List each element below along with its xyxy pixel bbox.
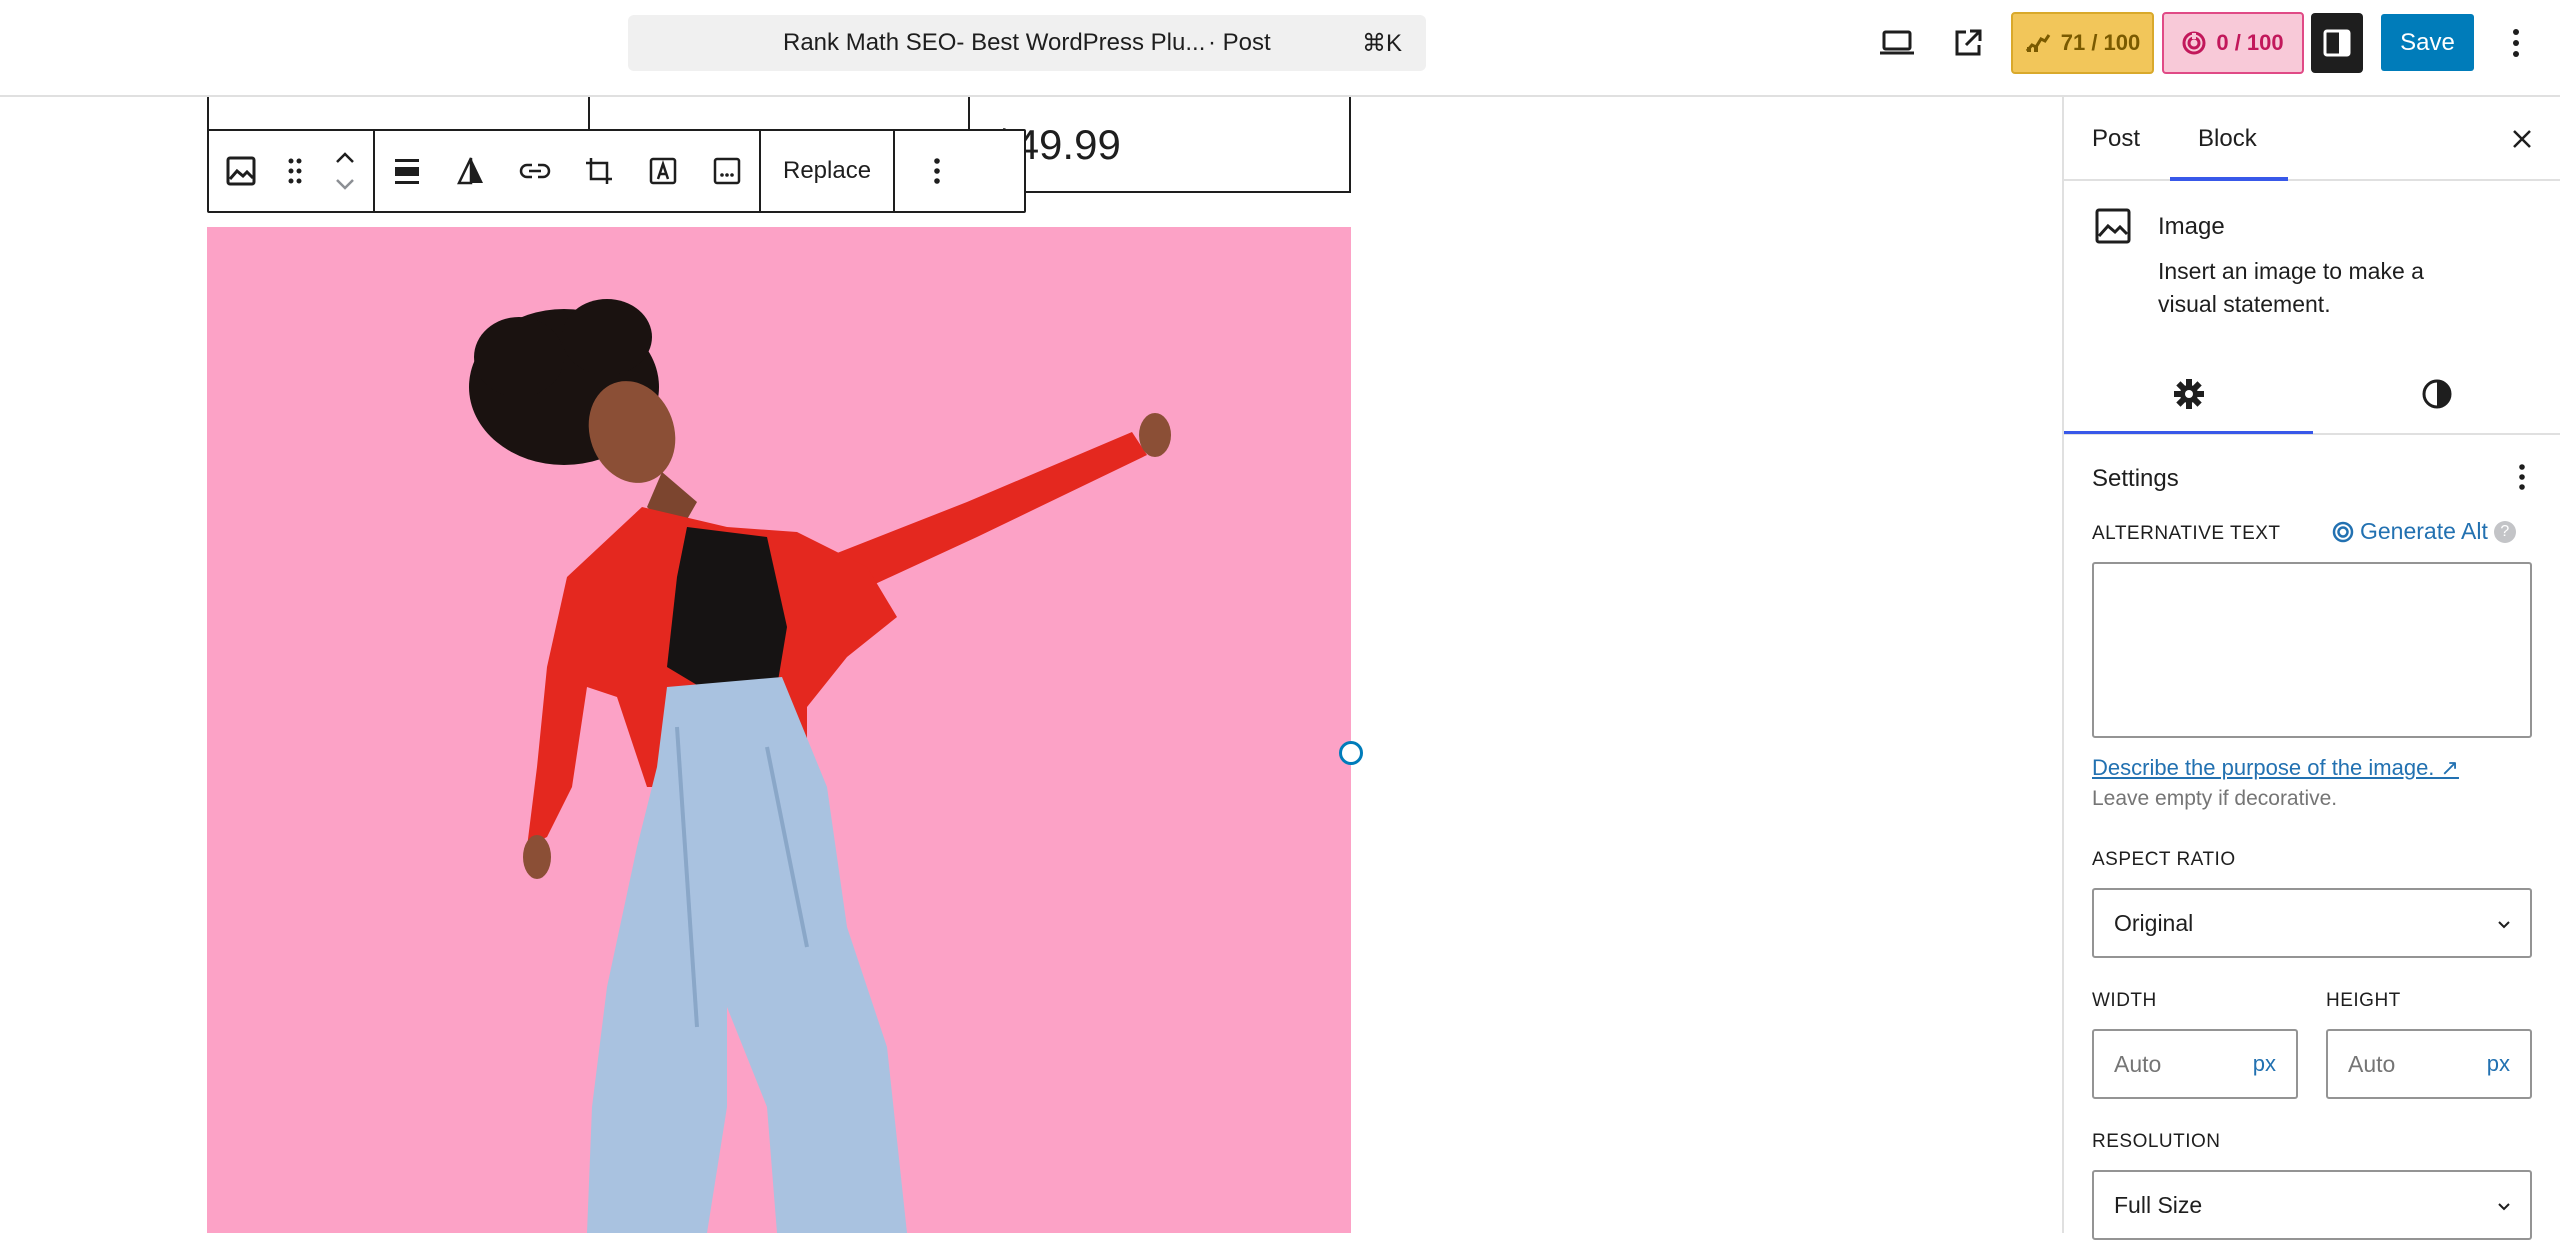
rank-math-icon [2025,34,2050,52]
height-placeholder: Auto [2348,1050,2396,1077]
replace-button[interactable]: Replace [761,131,893,211]
text-overlay-icon[interactable] [631,131,695,211]
chevron-down-icon [2498,1203,2510,1211]
seo-score-button[interactable]: 71 / 100 [2011,12,2154,74]
document-type: · Post [1208,29,1271,56]
chevron-down-icon [2498,921,2510,929]
image-block[interactable] [207,227,1351,1233]
image-block-type-icon[interactable] [209,131,273,211]
crop-icon[interactable] [567,131,631,211]
move-down-icon[interactable] [335,178,355,190]
height-input[interactable]: Auto px [2326,1029,2532,1099]
alt-text-field[interactable] [2092,562,2532,738]
aspect-ratio-select[interactable]: Original [2092,888,2532,958]
generate-alt-label: Generate Alt [2360,518,2488,544]
block-card: Image Insert an image to make a visual s… [2064,181,2560,317]
width-input[interactable]: Auto px [2092,1029,2298,1099]
settings-more-vertical-icon[interactable] [2504,459,2540,495]
generate-alt-button[interactable]: Generate Alt ? [2332,518,2516,545]
document-title: Rank Math SEO- Best WordPress Plu... [783,29,1206,56]
height-unit[interactable]: px [2487,1051,2510,1077]
close-sidebar-icon[interactable] [2504,121,2540,157]
describe-purpose-link[interactable]: Describe the purpose of the image. ↗ [2092,755,2459,781]
editor-header: Rank Math SEO- Best WordPress Plu... · P… [0,0,2560,97]
align-icon[interactable] [375,131,439,211]
help-icon[interactable]: ? [2493,520,2516,543]
alt-help-text: Leave empty if decorative. [2092,787,2338,810]
external-link-icon[interactable] [1945,20,1991,66]
drag-handle-icon[interactable] [273,131,317,211]
styles-tab-contrast-icon[interactable] [2414,371,2460,417]
options-more-vertical-icon[interactable] [2498,20,2534,66]
image-block-icon [2095,208,2131,244]
link-icon[interactable] [503,131,567,211]
width-placeholder: Auto [2114,1050,2162,1077]
toolbar-group-replace: Replace [761,131,896,211]
content-ai-score-value: 0 / 100 [2216,30,2284,55]
command-palette-button[interactable]: Rank Math SEO- Best WordPress Plu... · P… [628,15,1426,71]
settings-sidebar-toggle[interactable] [2311,13,2363,73]
tab-block[interactable]: Block [2198,125,2257,153]
width-unit[interactable]: px [2253,1051,2276,1077]
toolbar-group-block [209,131,375,211]
image-resize-handle[interactable] [1339,741,1363,765]
dancing-woman-photo [207,227,1351,1233]
preview-laptop-icon[interactable] [1874,20,1920,66]
keyboard-shortcut: ⌘K [1361,29,1402,57]
block-options-more-icon[interactable] [895,131,979,211]
width-label: WIDTH [2092,990,2157,1011]
editor-canvas: $49.99 Replace [0,97,2062,1233]
tab-post[interactable]: Post [2092,125,2140,153]
save-button[interactable]: Save [2381,14,2474,71]
resolution-select[interactable]: Full Size [2092,1170,2532,1240]
content-ai-icon [2332,521,2354,542]
toolbar-group-tools [375,131,761,211]
sidebar-tabs: Post Block [2064,97,2560,181]
block-card-title: Image [2158,213,2225,240]
block-card-description: Insert an image to make a visual stateme… [2158,258,2424,317]
active-style-tab-indicator [2064,431,2313,434]
content-ai-icon [2182,31,2206,55]
settings-tab-gear-icon[interactable] [2166,371,2212,417]
table-cell[interactable]: $49.99 [970,97,1349,191]
settings-panel-title[interactable]: Settings [2092,465,2179,493]
aspect-ratio-value: Original [2114,909,2194,936]
content-ai-score-button[interactable]: 0 / 100 [2162,12,2304,74]
move-up-icon[interactable] [335,152,355,164]
aspect-ratio-label: ASPECT RATIO [2092,849,2236,870]
block-inspector-tabs [2064,353,2560,435]
block-toolbar: Replace [207,129,1026,213]
sidebar-icon [2323,29,2351,57]
toolbar-group-options [895,131,979,211]
caption-icon[interactable] [695,131,759,211]
duotone-filter-icon[interactable] [439,131,503,211]
resolution-label: RESOLUTION [2092,1131,2221,1152]
resolution-value: Full Size [2114,1191,2203,1218]
move-block-buttons [317,131,373,211]
settings-sidebar: Post Block Image Insert an image to make… [2062,97,2560,1240]
alt-text-label: ALTERNATIVE TEXT [2092,523,2281,544]
seo-score-value: 71 / 100 [2060,30,2141,55]
height-label: HEIGHT [2326,990,2401,1011]
